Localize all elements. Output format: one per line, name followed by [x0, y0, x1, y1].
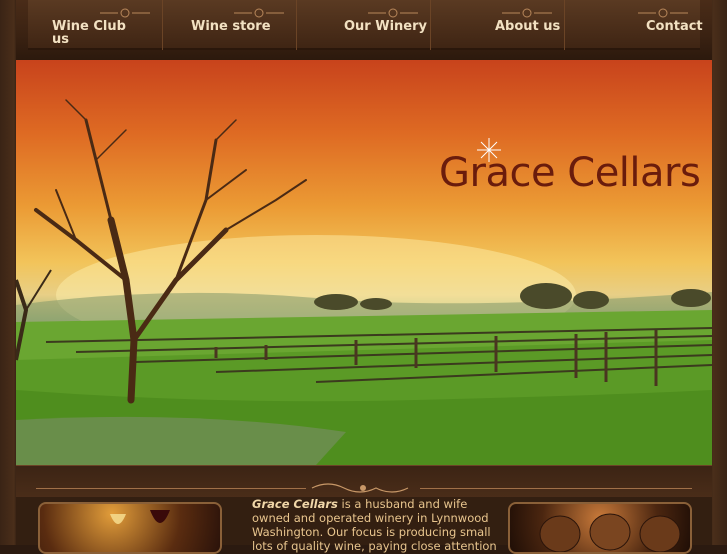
nav-item-wine-club[interactable]: Wine Club us: [28, 0, 163, 50]
barrel-cellar-image: [508, 502, 692, 554]
flourish-icon: [100, 8, 150, 18]
section-divider: [16, 465, 712, 499]
hero-banner: Grace Cellars: [16, 60, 712, 465]
wine-glasses-image: [38, 502, 222, 554]
divider-line-right: [420, 488, 692, 489]
nav-label-wine-club: Wine Club us: [52, 19, 126, 47]
nav-item-about-us[interactable]: About us: [431, 0, 565, 50]
nav-label-wine-store: Wine store: [191, 19, 271, 34]
flourish-icon: [311, 483, 409, 493]
nav-item-contact[interactable]: Contact: [565, 0, 703, 50]
nav-item-wine-store[interactable]: Wine store: [163, 0, 297, 50]
nav-item-our-winery[interactable]: Our Winery: [297, 0, 431, 50]
hero-brand-title: Grace Cellars: [439, 150, 701, 196]
content-area: Grace Cellars is a husband and wife owne…: [16, 497, 712, 554]
nav-label-contact: Contact: [646, 19, 703, 34]
vineyard-landscape-image: [16, 99, 712, 465]
nav-label-about-us: About us: [495, 19, 561, 34]
divider-line-left: [36, 488, 306, 489]
flourish-icon: [368, 8, 418, 18]
flourish-icon: [638, 8, 688, 18]
flourish-icon: [502, 8, 552, 18]
intro-brand-name: Grace Cellars: [252, 497, 338, 511]
flourish-icon: [234, 8, 284, 18]
main-nav: Wine Club us Wine store Our Winery About…: [16, 0, 712, 62]
nav-label-our-winery: Our Winery: [344, 19, 427, 34]
